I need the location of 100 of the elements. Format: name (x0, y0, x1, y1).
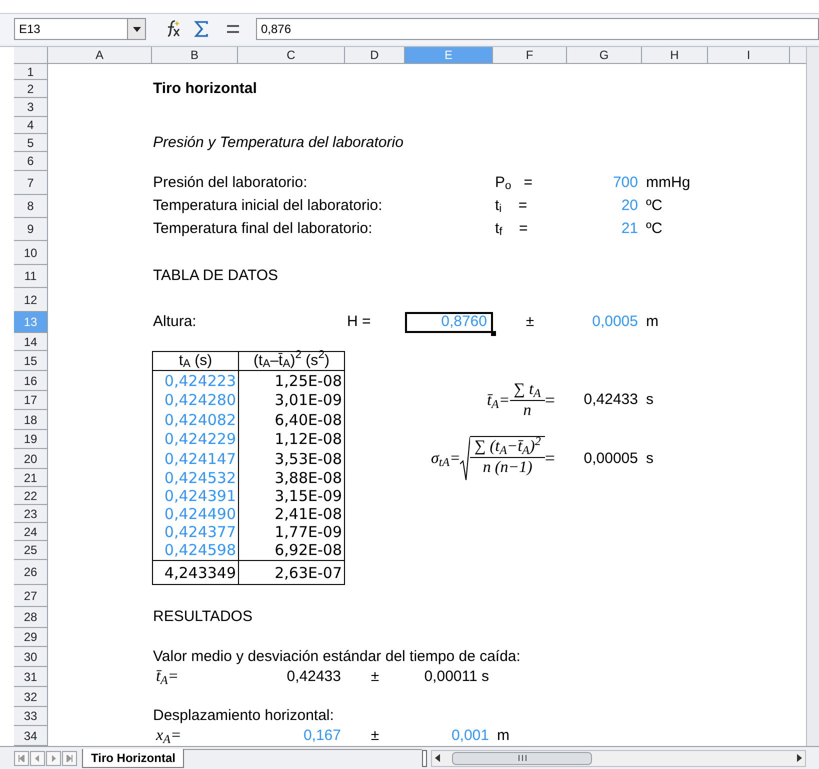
table-cell: 1,12E-08 (238, 430, 345, 449)
row-header[interactable]: 22 (14, 487, 48, 505)
column-header[interactable]: D (345, 47, 405, 64)
input-value: 20 (620, 196, 639, 216)
column-header[interactable]: H (642, 47, 708, 64)
dropdown-button[interactable] (127, 19, 145, 39)
column-header[interactable]: B (152, 47, 238, 64)
section-heading: RESULTADOS (152, 607, 254, 628)
column-header[interactable] (790, 47, 806, 64)
fill-handle[interactable] (491, 331, 496, 336)
unit-text: mmHg (645, 172, 692, 193)
horizontal-scrollbar[interactable] (431, 750, 806, 766)
grip-icon (518, 755, 526, 761)
row-header[interactable]: 14 (14, 333, 48, 351)
symbol-text: t$_{f}$ = (494, 219, 529, 240)
column-header[interactable]: I (708, 47, 790, 64)
fraction-denominator: n (522, 401, 532, 421)
row-header[interactable]: 11 (14, 265, 48, 288)
column-header[interactable]: G (567, 47, 642, 64)
left-arrow-icon (34, 754, 41, 762)
fraction-numerator: ∑ (t$_{A}$−t̄$_{A}$)$^{2}$ (473, 436, 542, 456)
symbol-text: t$_{i}$ = (494, 196, 528, 218)
row-header[interactable]: 25 (14, 541, 48, 560)
table-cell: 3,15E-09 (238, 487, 345, 505)
row-header[interactable]: 8 (14, 195, 48, 218)
row-header[interactable]: 16 (14, 371, 48, 391)
row-header[interactable]: 10 (14, 241, 48, 265)
row-header[interactable]: 9 (14, 218, 48, 241)
table-cell: 6,40E-08 (238, 410, 345, 430)
row-header[interactable]: 5 (14, 134, 48, 152)
row-header[interactable]: 32 (14, 687, 48, 707)
row-header[interactable]: 17 (14, 391, 48, 410)
row-header[interactable]: 30 (14, 647, 48, 667)
column-header[interactable]: C (238, 47, 345, 64)
symbol-text: ± (370, 726, 380, 746)
label-text: Desplazamiento horizontal: (152, 707, 335, 726)
row-header[interactable]: 12 (14, 288, 48, 312)
row-header[interactable]: 34 (14, 726, 48, 746)
row-header[interactable]: 28 (14, 607, 48, 628)
row-header[interactable]: 31 (14, 667, 48, 687)
corner-cell[interactable] (14, 47, 48, 64)
row-header[interactable]: 33 (14, 707, 48, 726)
unit-text: m (645, 312, 660, 332)
unit-text: m (496, 726, 510, 746)
row-header[interactable]: 21 (14, 469, 48, 487)
symbol-text: ± (370, 667, 380, 687)
table-cell: 4,243349 (152, 560, 238, 585)
row-header[interactable]: 26 (14, 560, 48, 585)
table-cell: 3,01E-09 (238, 391, 345, 410)
row-header[interactable]: 18 (14, 410, 48, 430)
split-handle[interactable] (422, 750, 427, 766)
first-sheet-button[interactable] (14, 750, 29, 766)
equals-sign: = (544, 389, 555, 412)
table-cell: 0,424082 (152, 410, 238, 430)
table-cell: 0,424223 (152, 371, 238, 391)
table-cell: 0,424532 (152, 469, 238, 487)
row-header[interactable]: 29 (14, 628, 48, 647)
table-cell: 0,424391 (152, 487, 238, 505)
row-header[interactable]: 15 (14, 351, 48, 371)
table-cell: 2,63E-07 (238, 560, 345, 585)
row-header[interactable]: 23 (14, 505, 48, 523)
equals-icon[interactable] (226, 24, 240, 34)
sheet-tab[interactable]: Tiro Horizontal (82, 748, 184, 768)
number-value: 0,42433 (286, 667, 342, 687)
name-box[interactable]: E13 (14, 18, 146, 40)
row-header[interactable]: 6 (14, 152, 48, 171)
column-header[interactable]: F (493, 47, 567, 64)
input-value: 700 (612, 172, 639, 193)
vertical-scrollbar[interactable] (806, 47, 819, 746)
row-header[interactable]: 7 (14, 171, 48, 195)
row-header[interactable]: 19 (14, 430, 48, 449)
scroll-thumb[interactable] (452, 752, 592, 764)
last-sheet-button[interactable] (62, 750, 77, 766)
row-header[interactable]: 24 (14, 523, 48, 541)
math-text: t̄$_{A}$= (155, 667, 180, 687)
input-value: 0,001 (450, 726, 490, 746)
row-header[interactable]: 27 (14, 585, 48, 607)
formula-input[interactable]: 0,876 (256, 18, 819, 40)
column-header[interactable]: A (48, 47, 152, 64)
row-header[interactable]: 20 (14, 449, 48, 469)
fraction-denominator: n (n−1) (482, 458, 534, 478)
caret-icon (132, 26, 140, 32)
unit-text: s (645, 449, 654, 469)
table-cell: 0,424229 (152, 430, 238, 449)
next-sheet-button[interactable] (46, 750, 61, 766)
table-cell: 3,88E-08 (238, 469, 345, 487)
row-header[interactable]: 4 (14, 117, 48, 134)
sum-icon[interactable] (194, 21, 210, 37)
table-cell: 6,92E-08 (238, 541, 345, 560)
formula-lhs: t̄$_{A}$= (487, 390, 510, 412)
row-header[interactable]: 1 (14, 64, 48, 80)
table-cell: 2,41E-08 (238, 505, 345, 523)
table-header: t$_{A}$ (s) (152, 351, 238, 371)
input-value: 0,167 (302, 726, 342, 746)
row-header[interactable]: 2 (14, 80, 48, 98)
number-value: 0,00011 s (423, 667, 490, 687)
prev-sheet-button[interactable] (30, 750, 45, 766)
right-arrow-icon (50, 754, 57, 762)
symbol-text: ± (524, 312, 536, 332)
row-header[interactable]: 3 (14, 98, 48, 117)
